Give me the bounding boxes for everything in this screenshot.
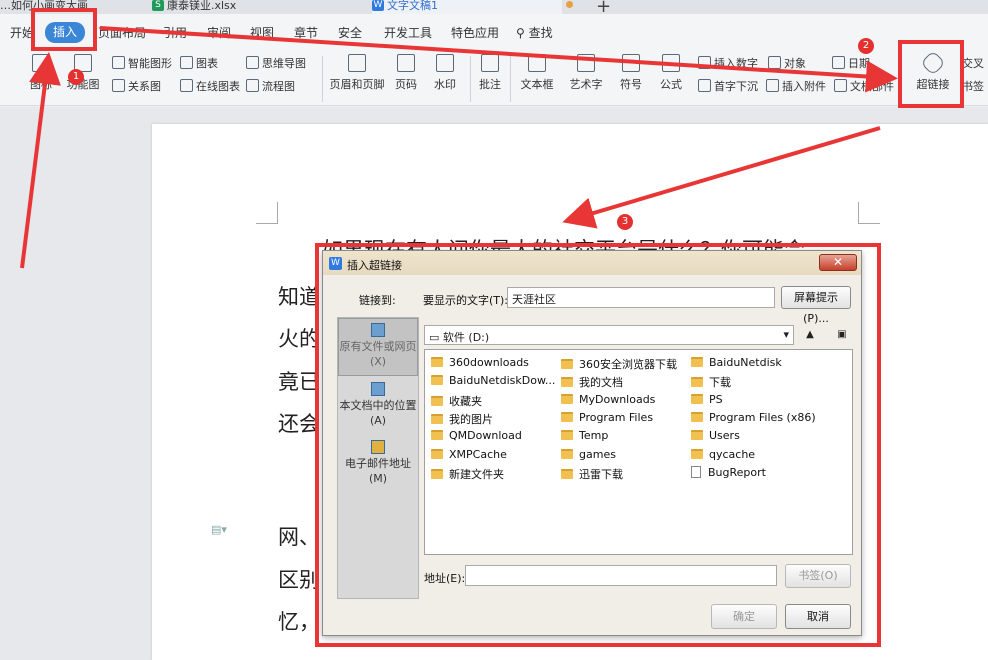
arrow-to-insert-menu: [20, 52, 61, 269]
annotation-arrows: [20, 26, 898, 269]
arrow-to-dialog: [562, 126, 881, 229]
arrow-to-hyperlink: [99, 26, 898, 93]
